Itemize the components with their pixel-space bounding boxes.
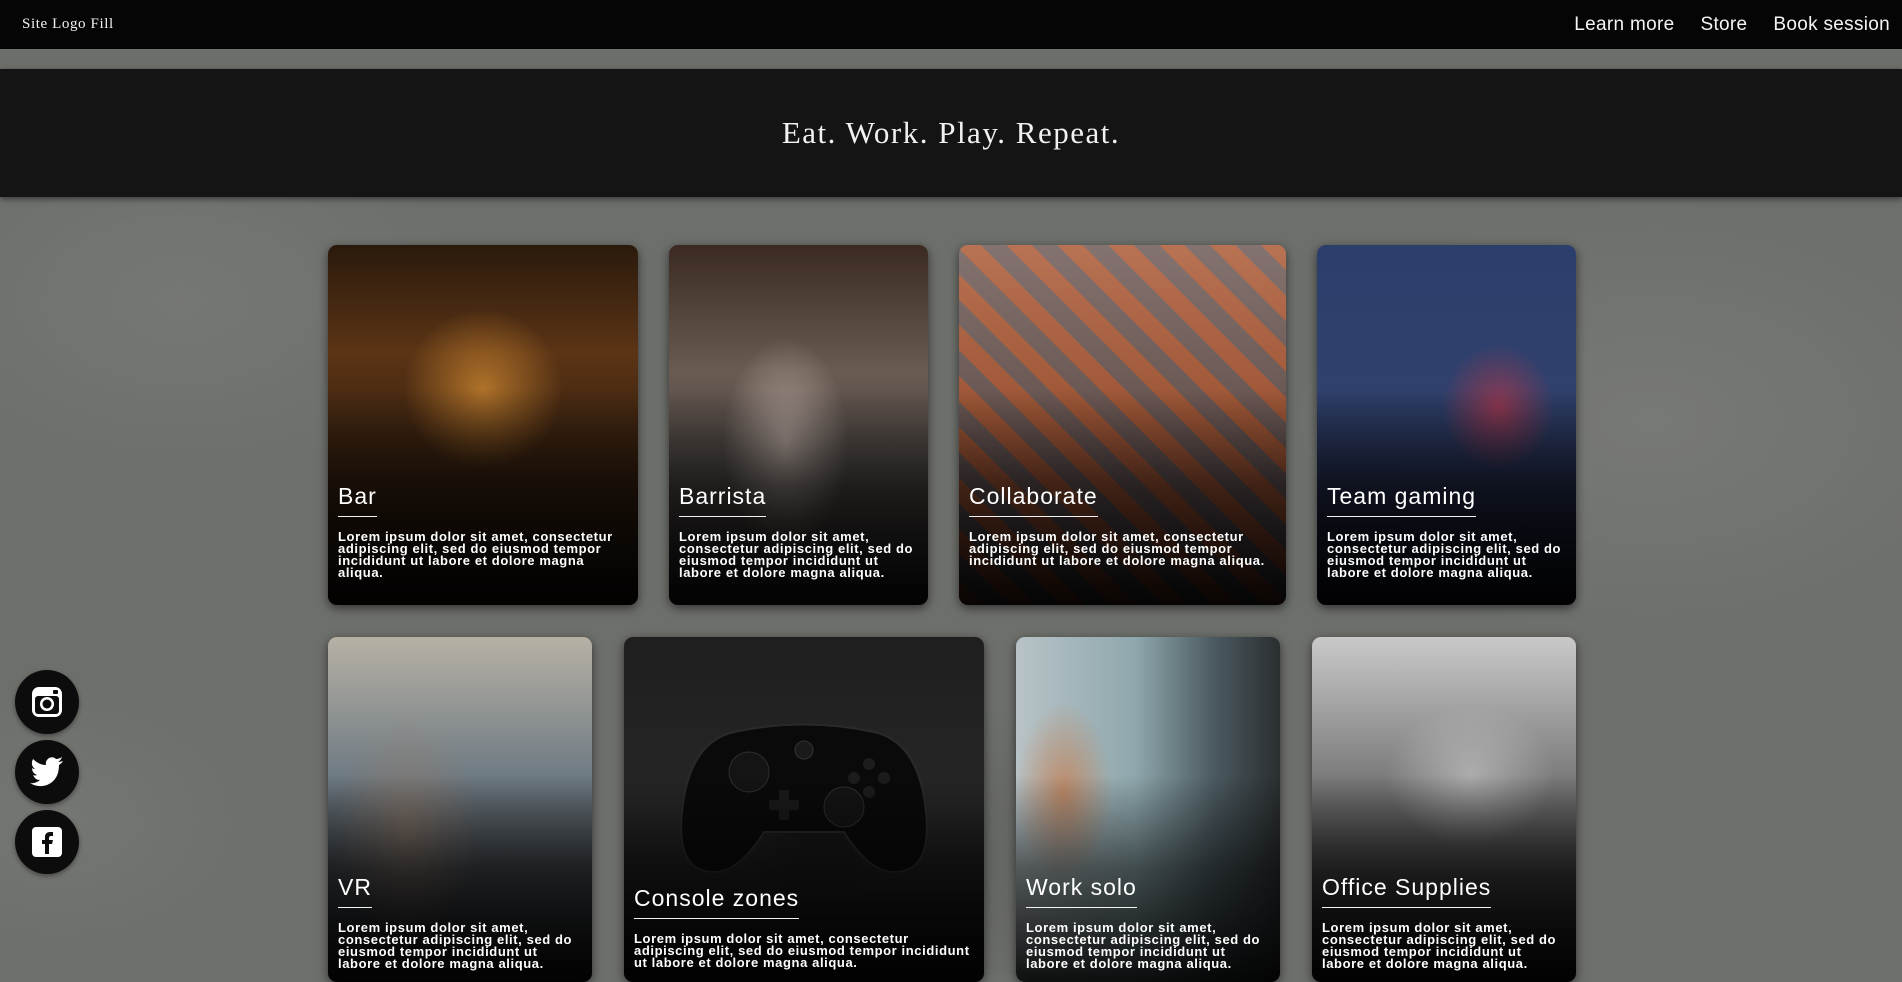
hero-tagline: Eat. Work. Play. Repeat. — [781, 115, 1121, 150]
card-team-gaming[interactable]: Team gaming Lorem ipsum dolor sit amet, … — [1317, 245, 1576, 605]
facebook-button[interactable] — [15, 810, 79, 874]
card-description: Lorem ipsum dolor sit amet, consectetur … — [969, 529, 1265, 568]
nav-link-store[interactable]: Store — [1700, 14, 1747, 36]
top-nav: Site Logo Fill Learn more Store Book ses… — [0, 0, 1902, 49]
card-description: Lorem ipsum dolor sit amet, consectetur … — [338, 529, 613, 580]
card-collaborate[interactable]: Collaborate Lorem ipsum dolor sit amet, … — [959, 245, 1286, 605]
card-title: Team gaming — [1327, 483, 1477, 517]
card-title: Office Supplies — [1322, 874, 1492, 908]
card-description: Lorem ipsum dolor sit amet, consectetur … — [1327, 529, 1562, 580]
hero-banner: Eat. Work. Play. Repeat. — [0, 69, 1902, 197]
card-content: Collaborate Lorem ipsum dolor sit amet, … — [969, 483, 1276, 567]
card-title: Work solo — [1026, 874, 1137, 908]
instagram-icon — [32, 687, 62, 717]
card-title: Collaborate — [969, 483, 1098, 517]
card-content: Office Supplies Lorem ipsum dolor sit am… — [1322, 874, 1566, 970]
nav-links: Learn more Store Book session — [1574, 14, 1890, 36]
card-title: VR — [338, 874, 372, 908]
card-work-solo[interactable]: Work solo Lorem ipsum dolor sit amet, co… — [1016, 637, 1280, 982]
card-description: Lorem ipsum dolor sit amet, consectetur … — [679, 529, 914, 580]
card-description: Lorem ipsum dolor sit amet, consectetur … — [338, 920, 573, 971]
card-bar[interactable]: Bar Lorem ipsum dolor sit amet, consecte… — [328, 245, 638, 605]
card-vr[interactable]: VR Lorem ipsum dolor sit amet, consectet… — [328, 637, 592, 982]
card-content: Work solo Lorem ipsum dolor sit amet, co… — [1026, 874, 1270, 970]
card-description: Lorem ipsum dolor sit amet, consectetur … — [634, 931, 970, 970]
card-content: Console zones Lorem ipsum dolor sit amet… — [634, 885, 974, 969]
card-console-zones[interactable]: Console zones Lorem ipsum dolor sit amet… — [624, 637, 984, 982]
card-content: Bar Lorem ipsum dolor sit amet, consecte… — [338, 483, 628, 579]
card-content: Team gaming Lorem ipsum dolor sit amet, … — [1327, 483, 1566, 579]
nav-link-learn-more[interactable]: Learn more — [1574, 14, 1674, 36]
card-content: Barrista Lorem ipsum dolor sit amet, con… — [679, 483, 918, 579]
site-logo[interactable]: Site Logo Fill — [22, 16, 114, 33]
card-office-supplies[interactable]: Office Supplies Lorem ipsum dolor sit am… — [1312, 637, 1576, 982]
twitter-icon — [30, 757, 63, 787]
instagram-button[interactable] — [15, 670, 79, 734]
card-description: Lorem ipsum dolor sit amet, consectetur … — [1026, 920, 1261, 971]
card-title: Bar — [338, 483, 377, 517]
card-description: Lorem ipsum dolor sit amet, consectetur … — [1322, 920, 1557, 971]
facebook-icon — [32, 827, 62, 857]
card-barrista[interactable]: Barrista Lorem ipsum dolor sit amet, con… — [669, 245, 928, 605]
twitter-button[interactable] — [15, 740, 79, 804]
card-title: Barrista — [679, 483, 767, 517]
card-content: VR Lorem ipsum dolor sit amet, consectet… — [338, 874, 582, 970]
card-title: Console zones — [634, 885, 800, 919]
nav-link-book-session[interactable]: Book session — [1773, 14, 1890, 36]
